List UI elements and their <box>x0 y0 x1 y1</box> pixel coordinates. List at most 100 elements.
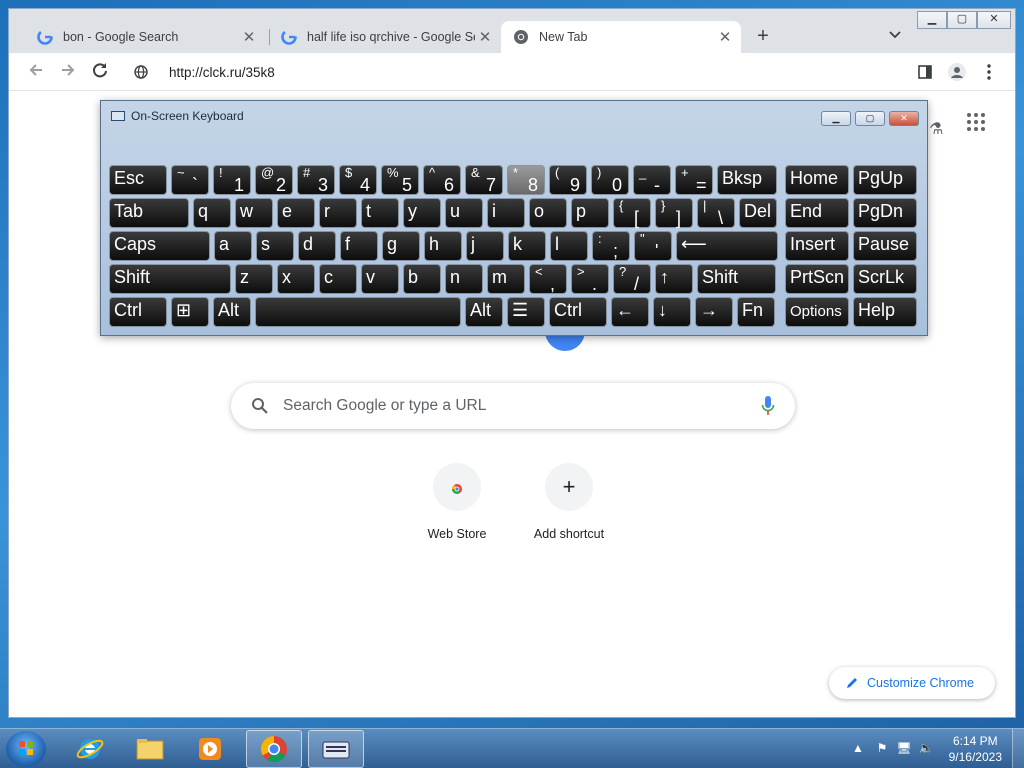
osk-close-button[interactable]: ✕ <box>889 111 919 126</box>
search-input[interactable] <box>283 395 723 417</box>
labs-flask-icon[interactable]: ⚗ <box>929 119 943 139</box>
osk-key-ctrl[interactable]: Ctrl <box>109 297 167 327</box>
osk-key-u[interactable]: u <box>445 198 483 228</box>
osk-key-shift[interactable]: Shift <box>109 264 231 294</box>
show-hidden-icons[interactable]: ▲ <box>850 741 866 757</box>
osk-key-sym[interactable]: ⟵ <box>676 231 778 261</box>
osk-key-ctrl[interactable]: Ctrl <box>549 297 607 327</box>
menu-kebab-icon[interactable] <box>979 62 999 82</box>
osk-key-2[interactable]: @2 <box>255 165 293 195</box>
microphone-icon[interactable] <box>761 395 775 417</box>
osk-key-t[interactable]: t <box>361 198 399 228</box>
osk-key-insert[interactable]: Insert <box>785 231 849 261</box>
osk-minimize-button[interactable]: ▁ <box>821 111 851 126</box>
osk-key-6[interactable]: ^ 6 <box>423 165 461 195</box>
reload-button[interactable] <box>89 61 111 83</box>
osk-key-sym[interactable]: }] <box>655 198 693 228</box>
osk-key-sym[interactable]: ↑ <box>655 264 693 294</box>
osk-key-c[interactable]: c <box>319 264 357 294</box>
osk-key-n[interactable]: n <box>445 264 483 294</box>
osk-key-d[interactable]: d <box>298 231 336 261</box>
osk-key-alt[interactable]: Alt <box>213 297 251 327</box>
osk-key-f[interactable]: f <box>340 231 378 261</box>
osk-key-scrlk[interactable]: ScrLk <box>853 264 917 294</box>
osk-key-m[interactable]: m <box>487 264 525 294</box>
osk-key-pgup[interactable]: PgUp <box>853 165 917 195</box>
customize-chrome-button[interactable]: Customize Chrome <box>829 667 995 699</box>
osk-key-home[interactable]: Home <box>785 165 849 195</box>
profile-avatar[interactable] <box>947 62 967 82</box>
osk-key-options[interactable]: Options <box>785 297 849 327</box>
osk-key-sym[interactable]: <, <box>529 264 567 294</box>
osk-key-pgdn[interactable]: PgDn <box>853 198 917 228</box>
osk-key-sym[interactable]: >. <box>571 264 609 294</box>
start-button[interactable] <box>6 731 46 767</box>
osk-key-sym[interactable]: | \ <box>697 198 735 228</box>
osk-key-tab[interactable]: Tab <box>109 198 189 228</box>
osk-key-e[interactable]: e <box>277 198 315 228</box>
osk-key-del[interactable]: Del <box>739 198 777 228</box>
osk-key-sym[interactable]: " ' <box>634 231 672 261</box>
tab-close-icon[interactable]: ✕ <box>239 28 259 46</box>
osk-key-sym[interactable]: ← <box>611 297 649 327</box>
osk-key-o[interactable]: o <box>529 198 567 228</box>
osk-key-fn[interactable]: Fn <box>737 297 775 327</box>
osk-key-r[interactable]: r <box>319 198 357 228</box>
osk-key-esc[interactable]: Esc <box>109 165 167 195</box>
osk-key-q[interactable]: q <box>193 198 231 228</box>
osk-key-sym[interactable]: ~ ` <box>171 165 209 195</box>
osk-key-sym[interactable]: + = <box>675 165 713 195</box>
osk-key-sym[interactable]: ? / <box>613 264 651 294</box>
osk-titlebar[interactable]: On-Screen Keyboard <box>101 101 927 131</box>
osk-key-j[interactable]: j <box>466 231 504 261</box>
osk-key-i[interactable]: i <box>487 198 525 228</box>
ntp-search-box[interactable] <box>231 383 795 429</box>
osk-key-b[interactable]: b <box>403 264 441 294</box>
osk-key-g[interactable]: g <box>382 231 420 261</box>
close-window-button[interactable]: ✕ <box>977 11 1011 29</box>
osk-maximize-button[interactable]: ▢ <box>855 111 885 126</box>
taskbar-explorer[interactable] <box>122 730 178 768</box>
tab-half-life-search[interactable]: half life iso qrchive - Google Search ✕ <box>273 21 501 53</box>
osk-key-sym[interactable]: ⊞ <box>171 297 209 327</box>
tab-bon-search[interactable]: bon - Google Search ✕ <box>29 21 265 53</box>
osk-key-pause[interactable]: Pause <box>853 231 917 261</box>
taskbar-media-player[interactable] <box>182 730 238 768</box>
osk-key-h[interactable]: h <box>424 231 462 261</box>
osk-key-8[interactable]: * 8 <box>507 165 545 195</box>
action-center-flag-icon[interactable]: ⚑ <box>874 741 890 757</box>
osk-key-5[interactable]: % 5 <box>381 165 419 195</box>
osk-key-help[interactable]: Help <box>853 297 917 327</box>
osk-key-l[interactable]: l <box>550 231 588 261</box>
osk-key-shift[interactable]: Shift <box>697 264 776 294</box>
volume-muted-icon[interactable]: 🔈 <box>918 741 934 757</box>
osk-key-s[interactable]: s <box>256 231 294 261</box>
osk-key-p[interactable]: p <box>571 198 609 228</box>
osk-key-9[interactable]: (9 <box>549 165 587 195</box>
address-input[interactable] <box>169 64 769 80</box>
osk-key-bksp[interactable]: Bksp <box>717 165 777 195</box>
network-icon[interactable]: 🖥 <box>896 741 912 757</box>
osk-key-end[interactable]: End <box>785 198 849 228</box>
forward-button[interactable] <box>57 61 79 83</box>
tab-close-icon[interactable]: ✕ <box>715 28 735 46</box>
taskbar-on-screen-keyboard[interactable] <box>308 730 364 768</box>
osk-key-sym[interactable]: _ - <box>633 165 671 195</box>
back-button[interactable] <box>25 61 47 83</box>
shortcut-add[interactable]: + Add shortcut <box>513 463 625 555</box>
osk-key-x[interactable]: x <box>277 264 315 294</box>
show-desktop-button[interactable] <box>1012 729 1024 768</box>
osk-key-3[interactable]: #3 <box>297 165 335 195</box>
osk-key-alt[interactable]: Alt <box>465 297 503 327</box>
shortcut-web-store[interactable]: Web Store <box>401 463 513 555</box>
osk-key-z[interactable]: z <box>235 264 273 294</box>
osk-key-1[interactable]: ! 1 <box>213 165 251 195</box>
osk-key-w[interactable]: w <box>235 198 273 228</box>
osk-key-prtscn[interactable]: PrtScn <box>785 264 849 294</box>
omnibox[interactable] <box>119 55 913 89</box>
osk-key-4[interactable]: $4 <box>339 165 377 195</box>
tab-search-icon[interactable] <box>885 27 905 47</box>
osk-key-sym[interactable]: {[ <box>613 198 651 228</box>
tab-new-tab[interactable]: New Tab ✕ <box>501 21 741 53</box>
osk-key-v[interactable]: v <box>361 264 399 294</box>
